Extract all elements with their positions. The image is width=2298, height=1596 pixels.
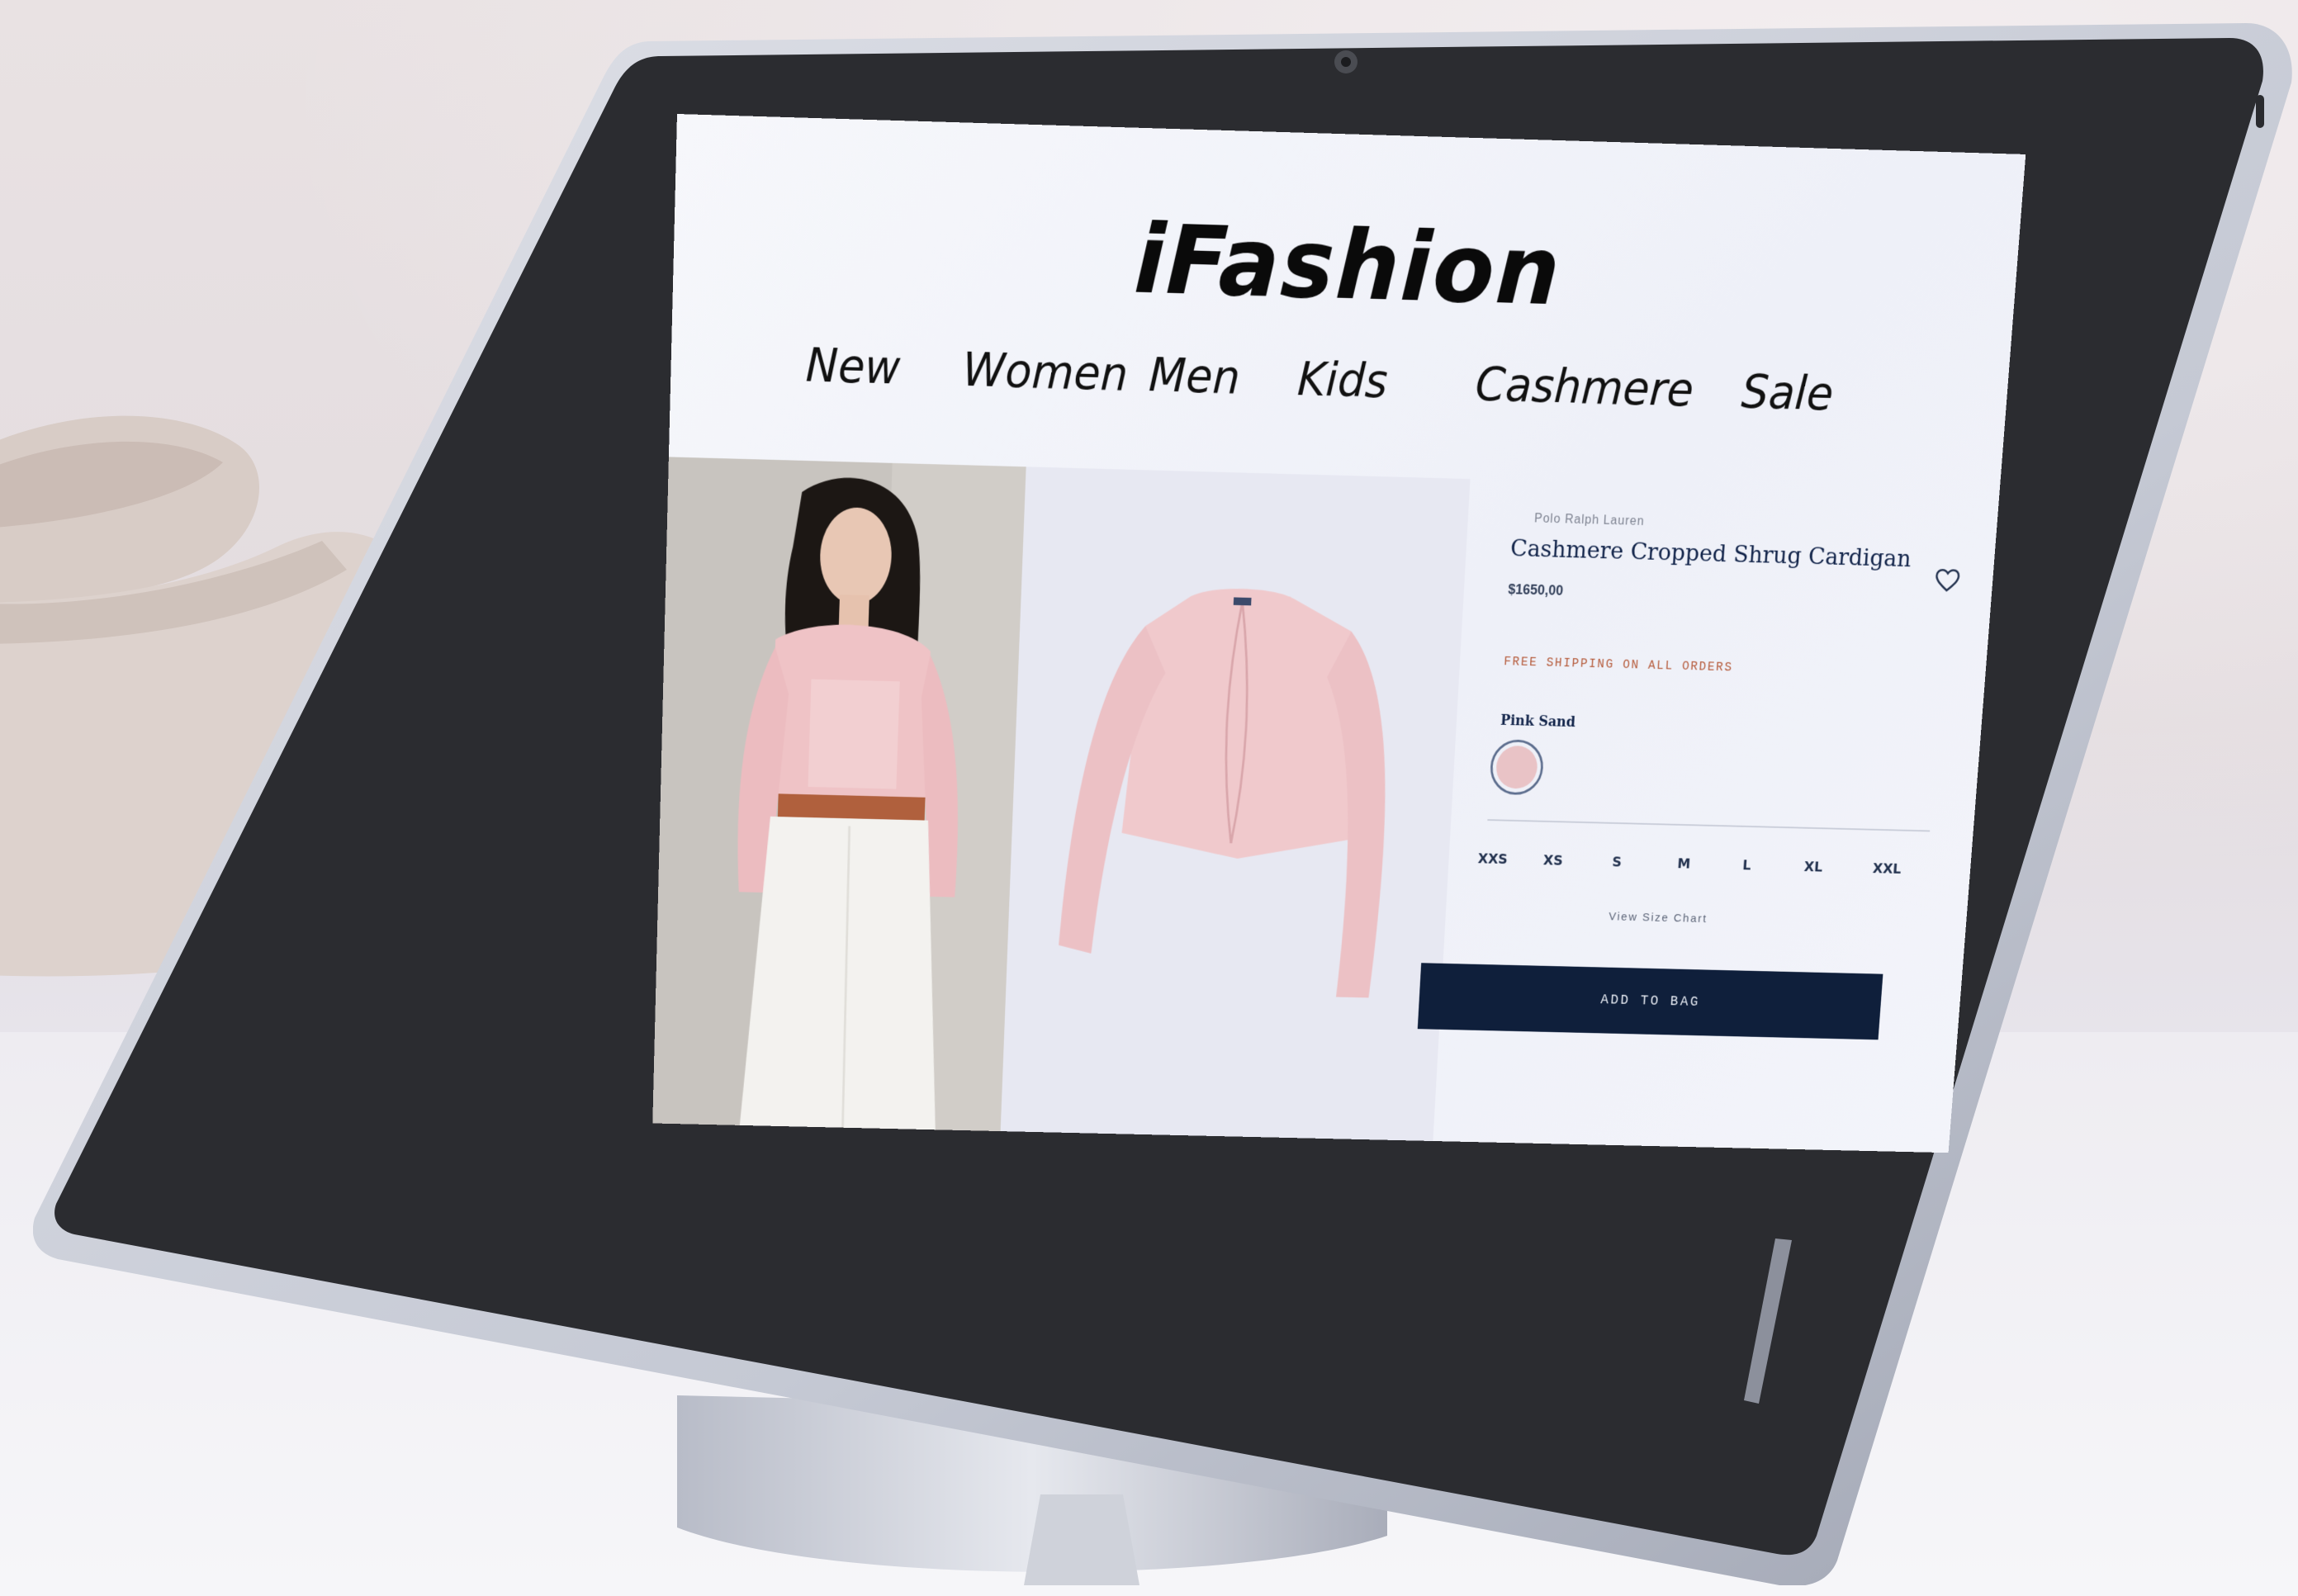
nav-item-cashmere[interactable]: Cashmere xyxy=(1474,358,1695,417)
store-logo[interactable]: iFashion xyxy=(672,191,2020,340)
size-option-xxs[interactable]: XXS xyxy=(1477,851,1508,868)
size-option-m[interactable]: M xyxy=(1677,856,1691,873)
product-title: Cashmere Cropped Shrug Cardigan xyxy=(1509,534,1912,573)
heart-icon[interactable] xyxy=(1933,566,1961,594)
product-brand: Polo Ralph Lauren xyxy=(1533,512,1645,528)
product-price: $1650,00 xyxy=(1507,581,1564,599)
add-to-bag-button[interactable]: ADD TO BAG xyxy=(1417,963,1883,1040)
size-selector: XXS XS S M L XL XXL xyxy=(1477,851,1927,878)
divider xyxy=(1487,819,1931,832)
product-flat-photo[interactable] xyxy=(1000,466,1471,1141)
nav-item-sale[interactable]: Sale xyxy=(1740,365,1835,421)
color-label: Pink Sand xyxy=(1500,712,1576,731)
size-option-l[interactable]: L xyxy=(1742,858,1751,874)
tablet-screen: iFashion New Women Men Kids Cashmere Sal… xyxy=(652,114,2026,1153)
product-model-photo[interactable] xyxy=(652,457,1026,1132)
product-details-panel: Polo Ralph Lauren Cashmere Cropped Shrug… xyxy=(1417,481,1970,1153)
size-option-xxl[interactable]: XXL xyxy=(1872,860,1902,877)
nav-item-men[interactable]: Men xyxy=(1148,348,1241,404)
nav-item-women[interactable]: Women xyxy=(962,343,1130,401)
color-swatch-pink-sand[interactable] xyxy=(1489,739,1545,796)
tablet-device: iFashion New Women Men Kids Cashmere Sal… xyxy=(33,17,2296,1585)
size-chart-link[interactable]: View Size Chart xyxy=(1609,910,1708,925)
shipping-note: FREE SHIPPING ON ALL ORDERS xyxy=(1503,655,1734,675)
size-option-xs[interactable]: XS xyxy=(1542,853,1563,869)
nav-item-new[interactable]: New xyxy=(805,339,902,395)
size-option-xl[interactable]: XL xyxy=(1803,859,1823,875)
main-nav: New Women Men Kids Cashmere Sale xyxy=(672,334,2009,421)
swatch-fill xyxy=(1495,745,1539,789)
size-option-s[interactable]: S xyxy=(1612,855,1623,871)
nav-item-kids[interactable]: Kids xyxy=(1296,353,1389,409)
